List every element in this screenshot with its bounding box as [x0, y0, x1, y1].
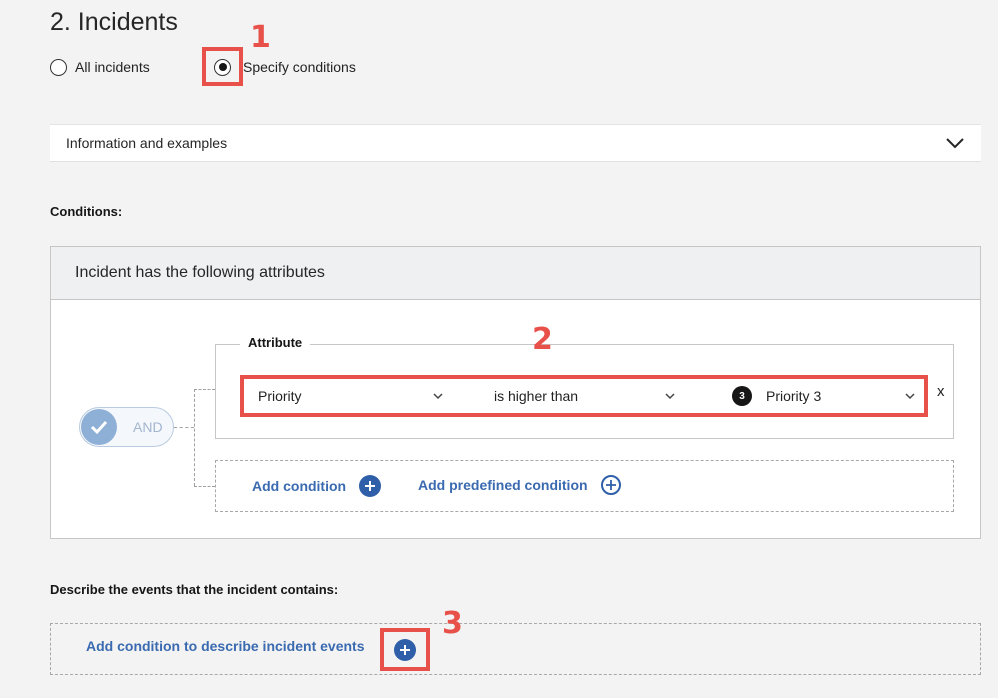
section-title: 2. Incidents	[50, 8, 178, 36]
conditions-panel: Incident has the following attributes AN…	[50, 246, 981, 539]
connector-line	[194, 389, 195, 486]
events-label: Describe the events that the incident co…	[50, 582, 339, 597]
checkmark-icon	[81, 409, 117, 445]
priority-badge: 3	[732, 386, 752, 406]
plus-circle-outline-icon	[600, 475, 621, 495]
priority-value: Priority 3	[766, 388, 822, 404]
add-predefined-condition-button[interactable]: Add predefined condition	[418, 475, 621, 495]
plus-circle-icon	[359, 475, 382, 497]
attribute-field-dropdown[interactable]: Priority	[258, 379, 444, 413]
add-predefined-condition-label: Add predefined condition	[418, 477, 588, 493]
add-condition-group: Add condition Add predefined condition	[215, 460, 954, 512]
comparator-dropdown[interactable]: is higher than	[494, 379, 676, 413]
attribute-field-value: Priority	[258, 388, 302, 404]
attribute-group: Attribute Priority is higher than 3 Prio…	[215, 335, 954, 439]
add-condition-button[interactable]: Add condition	[252, 475, 382, 497]
conditions-label: Conditions:	[50, 204, 123, 219]
callout-number-3: 3	[442, 606, 463, 641]
chevron-down-icon[interactable]	[945, 137, 965, 149]
callout-highlight-3	[380, 628, 430, 671]
plus-circle-icon[interactable]	[394, 638, 416, 661]
and-operator-label: AND	[133, 419, 163, 435]
chevron-down-icon	[433, 393, 443, 400]
radio-all-incidents[interactable]: All incidents	[50, 56, 150, 78]
chevron-down-icon	[665, 393, 675, 400]
radio-all-incidents-label: All incidents	[75, 59, 150, 75]
callout-highlight-1	[202, 47, 243, 86]
attribute-legend: Attribute	[240, 335, 311, 350]
priority-value-dropdown[interactable]: 3 Priority 3	[732, 379, 916, 413]
remove-condition-button[interactable]: x	[937, 383, 945, 400]
info-examples-accordion[interactable]: Information and examples	[50, 124, 981, 162]
connector-line	[174, 427, 194, 428]
connector-line	[194, 486, 215, 487]
and-operator-toggle[interactable]: AND	[79, 407, 174, 447]
accordion-label: Information and examples	[66, 135, 228, 151]
radio-specify-conditions-label: Specify conditions	[243, 59, 356, 75]
callout-number-1: 1	[250, 20, 271, 55]
radio-circle-icon[interactable]	[50, 58, 67, 76]
events-condition-box: Add condition to describe incident event…	[50, 623, 981, 675]
add-event-condition-button[interactable]: Add condition to describe incident event…	[86, 638, 364, 654]
callout-number-2: 2	[532, 322, 553, 357]
chevron-down-icon	[905, 393, 915, 400]
add-condition-label: Add condition	[252, 478, 347, 494]
conditions-panel-header: Incident has the following attributes	[51, 247, 980, 300]
attribute-condition-row: Priority is higher than 3 Priority 3	[240, 375, 928, 417]
add-event-condition-label: Add condition to describe incident event…	[86, 638, 365, 654]
connector-line	[194, 389, 215, 390]
comparator-value: is higher than	[494, 388, 579, 404]
